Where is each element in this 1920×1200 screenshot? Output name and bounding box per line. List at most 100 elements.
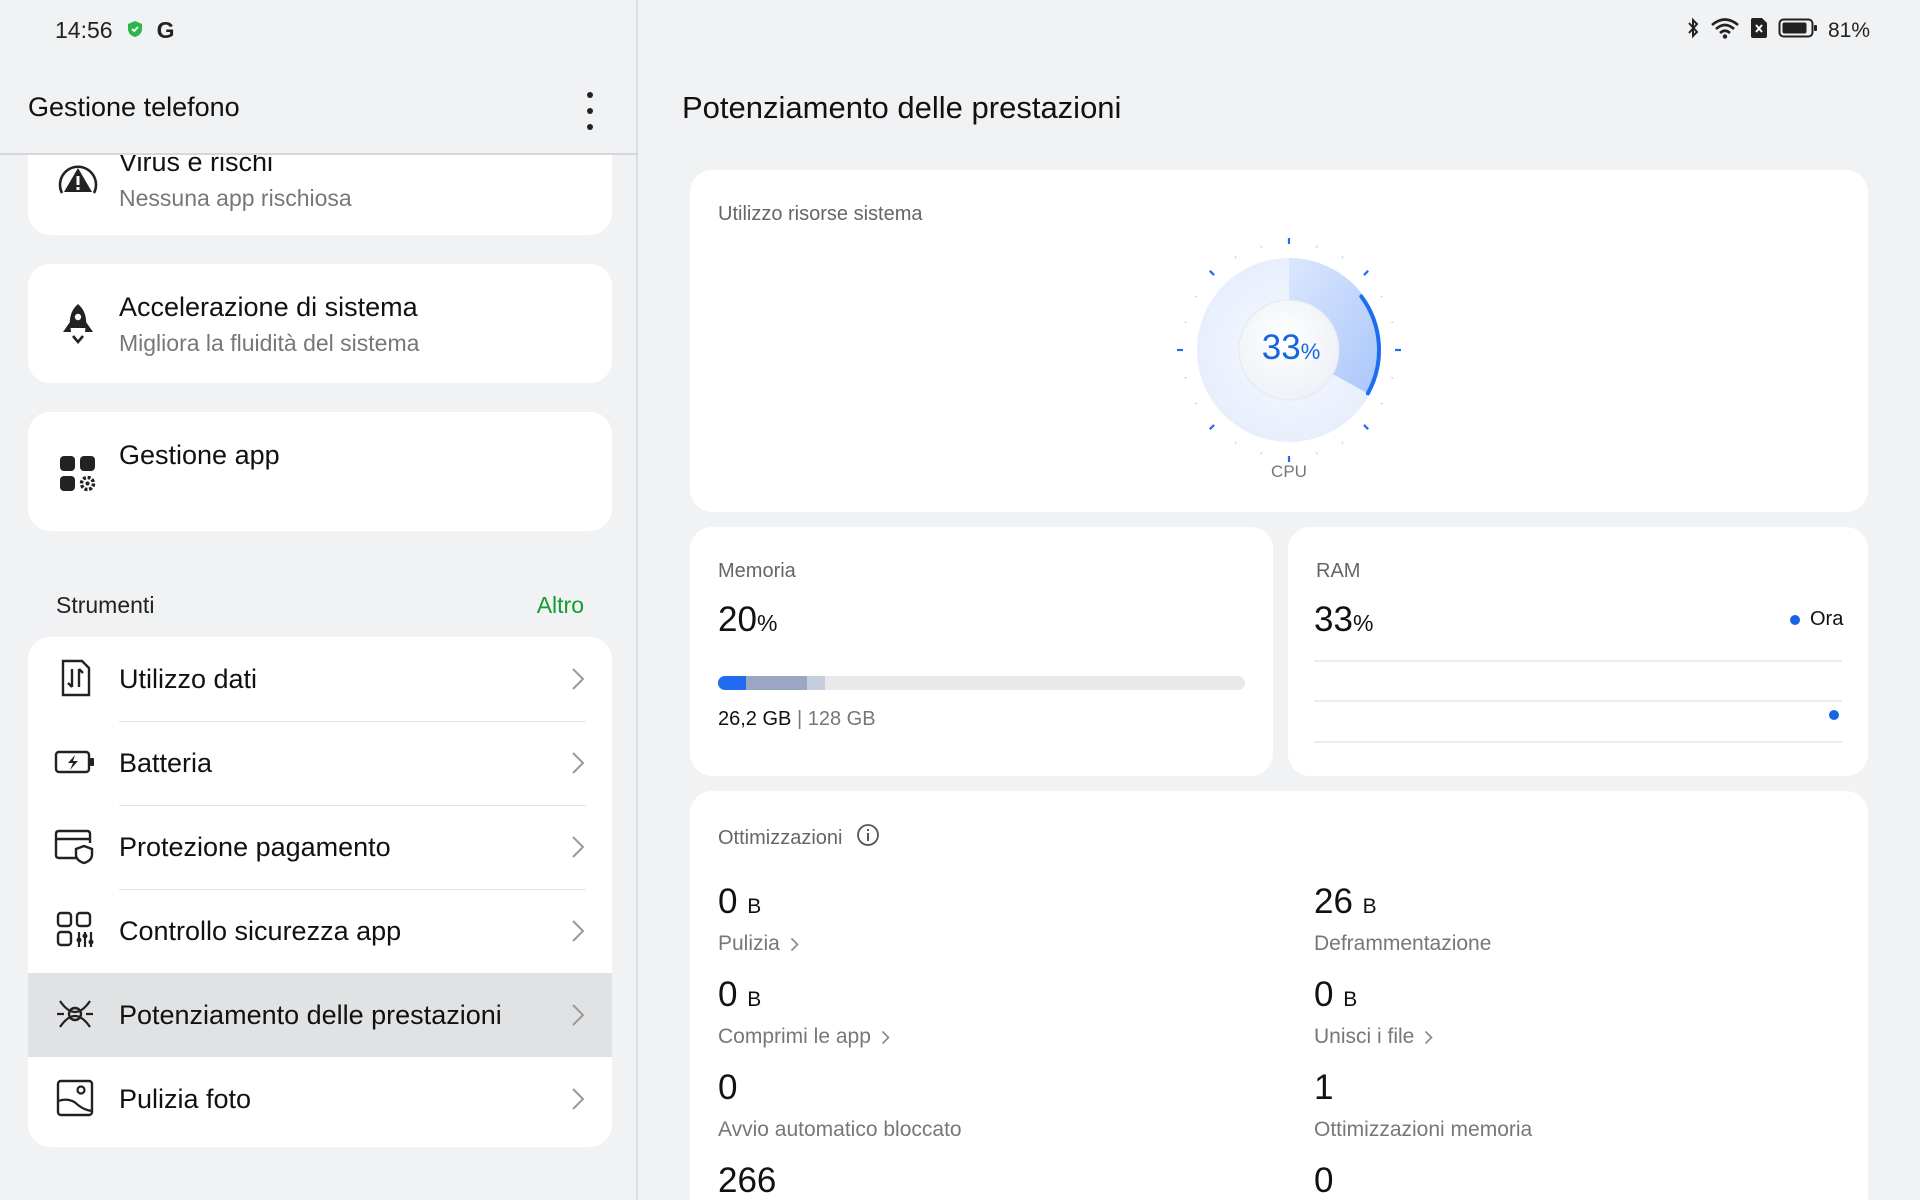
- gauge-tick: [1260, 452, 1263, 455]
- tool-item-performance-boost[interactable]: Potenziamento delle prestazioni: [28, 973, 612, 1057]
- cpu-value: 33%: [1261, 328, 1321, 367]
- gauge-tick: [1315, 452, 1318, 455]
- data-usage-icon: [54, 657, 96, 699]
- opt-defrag: 26 B Deframmentazione: [1314, 882, 1492, 955]
- gauge-tick: [1234, 441, 1237, 444]
- gauge-tick: [1209, 270, 1215, 276]
- gauge-tick: [1391, 321, 1394, 324]
- left-pane: Gestione telefono Virus e rischi Nessuna…: [0, 0, 638, 1200]
- tool-item-photo-cleanup[interactable]: Pulizia foto: [28, 1057, 612, 1141]
- gauge-tick: [1341, 441, 1344, 444]
- memory-bar-segment: [718, 676, 746, 690]
- chevron-right-icon: [881, 1030, 890, 1044]
- opt-item-partial: 266: [718, 1161, 777, 1200]
- performance-icon: [54, 993, 96, 1035]
- cpu-label: CPU: [1271, 462, 1307, 481]
- payment-shield-icon: [54, 825, 96, 867]
- gauge-tick: [1184, 321, 1187, 324]
- warning-icon: [54, 157, 102, 205]
- chevron-right-icon: [570, 833, 586, 861]
- opt-compress-apps[interactable]: 0 B Comprimi le app: [718, 975, 890, 1049]
- tool-item-battery[interactable]: Batteria: [28, 721, 612, 805]
- gauge-tick: [1184, 376, 1187, 379]
- opt-cleanup[interactable]: 0 B Pulizia: [718, 882, 799, 956]
- battery-charge-icon: [54, 741, 96, 783]
- tools-more-link[interactable]: Altro: [537, 592, 584, 619]
- tool-label: Batteria: [119, 748, 213, 778]
- ram-trend-chart: [1314, 660, 1842, 743]
- sim-off-icon: [1750, 17, 1768, 45]
- legend-dot: [1790, 614, 1800, 625]
- tool-item-payment-protection[interactable]: Protezione pagamento: [28, 805, 612, 889]
- optimizations-header: Ottimizzazioni: [718, 823, 880, 853]
- gauge-tick: [1380, 402, 1383, 405]
- opt-memory-optimizations: 1 Ottimizzazioni memoria: [1314, 1068, 1533, 1141]
- card-subtitle: Nessuna app rischiosa: [119, 185, 352, 211]
- ram-legend: Ora: [1790, 608, 1843, 631]
- tools-section-title: Strumenti: [56, 592, 155, 618]
- card-system-acceleration[interactable]: Accelerazione di sistema Migliora la flu…: [28, 264, 612, 383]
- memory-bar-segment: [807, 676, 825, 690]
- card-title: Gestione app: [119, 440, 280, 470]
- status-bar-right: 81%: [1686, 17, 1870, 45]
- chevron-right-icon: [570, 749, 586, 777]
- chevron-right-icon: [570, 1085, 586, 1113]
- card-title: Accelerazione di sistema: [119, 292, 418, 322]
- memory-usage-bar: [718, 676, 1245, 690]
- battery-percent: 81%: [1827, 19, 1870, 42]
- chevron-right-icon: [570, 917, 586, 945]
- tool-item-app-security[interactable]: Controllo sicurezza app: [28, 889, 612, 973]
- chevron-right-icon: [1425, 1030, 1433, 1044]
- card-title: Virus e rischi: [119, 155, 274, 177]
- card-app-management[interactable]: Gestione app: [28, 412, 612, 531]
- tools-list: Utilizzo dati Batteria Protezione pagame…: [28, 637, 612, 1147]
- gauge-tick: [1341, 256, 1344, 259]
- opt-item-partial: 0: [1314, 1161, 1334, 1200]
- gauge-tick: [1209, 424, 1215, 430]
- ram-label: RAM: [1316, 560, 1361, 582]
- apps-gear-icon: [54, 450, 102, 498]
- ram-value: 33%: [1314, 600, 1374, 639]
- tool-label: Pulizia foto: [119, 1084, 252, 1114]
- memory-label: Memoria: [718, 560, 796, 582]
- memory-bar-segment: [746, 676, 807, 690]
- opt-autostart-blocked: 0 Avvio automatico bloccato: [718, 1068, 962, 1141]
- gauge-tick: [1363, 424, 1369, 430]
- bluetooth-icon: [1686, 17, 1700, 45]
- ram-current-point: [1829, 710, 1839, 720]
- chevron-right-icon: [570, 665, 586, 693]
- tool-item-data-usage[interactable]: Utilizzo dati: [28, 637, 612, 721]
- info-icon[interactable]: [856, 823, 880, 853]
- card-subtitle: Migliora la fluidità del sistema: [119, 330, 420, 356]
- opt-merge-files[interactable]: 0 B Unisci i file: [1314, 975, 1433, 1049]
- more-options-icon[interactable]: [576, 92, 604, 130]
- left-scroll-area[interactable]: Virus e rischi Nessuna app rischiosa Acc…: [0, 155, 636, 1200]
- tool-label: Protezione pagamento: [119, 832, 391, 862]
- gauge-tick: [1195, 295, 1198, 298]
- rocket-icon: [54, 300, 102, 348]
- tool-label: Controllo sicurezza app: [119, 916, 402, 946]
- chevron-right-icon: [790, 937, 799, 951]
- wifi-icon: [1710, 17, 1740, 45]
- chevron-right-icon: [570, 1001, 586, 1029]
- gauge-tick: [1363, 270, 1369, 276]
- optimizations-label: Ottimizzazioni: [718, 826, 843, 849]
- gauge-tick: [1315, 245, 1318, 248]
- gauge-tick: [1380, 295, 1383, 298]
- tool-label: Potenziamento delle prestazioni: [119, 1000, 502, 1030]
- page-title: Potenziamento delle prestazioni: [682, 90, 1122, 125]
- gauge-tick: [1260, 245, 1263, 248]
- card-virus-risks[interactable]: Virus e rischi Nessuna app rischiosa: [28, 155, 612, 235]
- app-security-icon: [54, 909, 96, 951]
- gauge-tick: [1391, 376, 1394, 379]
- left-header-title: Gestione telefono: [28, 92, 240, 122]
- memory-panel[interactable]: Memoria: [690, 527, 1273, 776]
- gauge-tick: [1195, 402, 1198, 405]
- memory-value: 20%: [718, 600, 778, 639]
- memory-usage-text: 26,2 GB | 128 GB: [718, 708, 876, 730]
- photo-clean-icon: [54, 1077, 96, 1119]
- tool-label: Utilizzo dati: [119, 664, 258, 694]
- gauge-tick: [1234, 256, 1237, 259]
- system-resources-label: Utilizzo risorse sistema: [718, 203, 923, 225]
- battery-icon: [1778, 17, 1818, 45]
